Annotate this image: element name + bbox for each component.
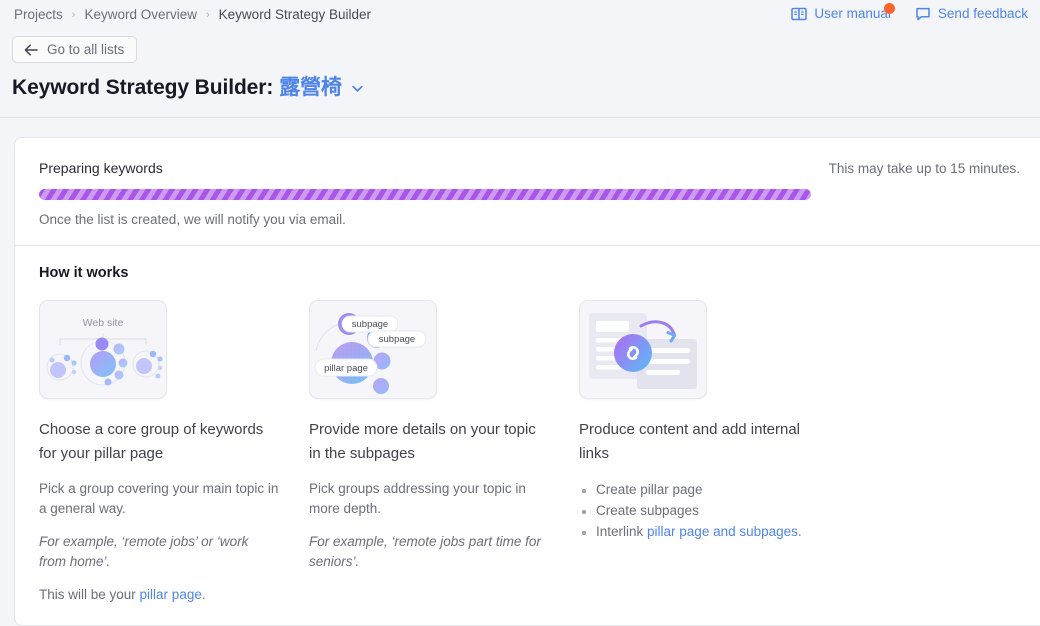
user-manual-label: User manual [814, 6, 891, 21]
column-2-paragraph-1: Pick groups addressing your topic in mor… [309, 481, 526, 516]
svg-text:Web site: Web site [83, 317, 124, 329]
column-1-paragraph-2: For example, ‘remote jobs’ or ‘work from… [39, 534, 249, 569]
speech-bubble-icon [915, 6, 931, 22]
column-3-bullet-list: Create pillar page Create subpages Inter… [579, 479, 836, 542]
send-feedback-label: Send feedback [937, 6, 1028, 21]
progress-bar-fill [39, 189, 811, 200]
how-it-works-columns: Web site Choose a core group of keywords… [39, 300, 1024, 605]
column-2-heading: Provide more details on your topic in th… [309, 421, 536, 462]
column-1-closing: This will be your pillar page. [39, 585, 279, 605]
progress-eta-label: This may take up to 15 minutes. [828, 161, 1020, 176]
subpages-cluster-illustration: subpage subpage pillar page [309, 300, 437, 399]
page-title-prefix: Keyword Strategy Builder: [12, 76, 274, 99]
column-2-paragraph-2: For example, ‘remote jobs part time for … [309, 534, 541, 569]
breadcrumb-separator-icon: › [206, 9, 210, 21]
list-item: Create pillar page [596, 479, 836, 500]
notification-badge-dot [883, 3, 895, 14]
how-it-works-column-1: Web site Choose a core group of keywords… [39, 300, 309, 605]
how-it-works-title: How it works [39, 265, 129, 281]
list-item: Interlink pillar page and subpages. [596, 521, 836, 542]
column-1-paragraph-1: Pick a group covering your main topic in… [39, 481, 279, 516]
breadcrumb-separator-icon: › [71, 9, 76, 21]
progress-note: Once the list is created, we will notify… [39, 212, 346, 227]
go-to-all-lists-label: Go to all lists [47, 42, 125, 57]
pillar-page-and-subpages-link[interactable]: pillar page and subpages. [647, 524, 802, 539]
main-card: Preparing keywords This may take up to 1… [14, 137, 1040, 626]
progress-header: Preparing keywords This may take up to 1… [39, 160, 1020, 176]
send-feedback-button[interactable]: Send feedback [915, 4, 1028, 24]
top-bar: Projects › Keyword Overview › Keyword St… [0, 0, 1040, 118]
progress-status-label: Preparing keywords [39, 160, 163, 176]
breadcrumb-item-keyword-overview[interactable]: Keyword Overview [84, 6, 197, 24]
breadcrumb-item-keyword-strategy-builder: Keyword Strategy Builder [218, 7, 371, 22]
page-title: Keyword Strategy Builder: 露營椅 [12, 74, 365, 102]
how-it-works-column-3: Produce content and add internal links C… [579, 300, 849, 605]
user-manual-button[interactable]: User manual [791, 3, 895, 24]
how-it-works-column-2: subpage subpage pillar page Provide more… [309, 300, 579, 605]
progress-section: Preparing keywords This may take up to 1… [15, 138, 1040, 246]
interlink-prefix: Interlink [596, 524, 648, 539]
svg-text:subpage: subpage [352, 319, 388, 330]
website-cluster-illustration: Web site [39, 300, 167, 399]
top-right-actions: User manual Send feedback [791, 3, 1028, 24]
how-it-works-section: How it works Web site Choose a core grou… [15, 246, 1040, 625]
progress-bar [39, 189, 811, 200]
svg-text:pillar page: pillar page [324, 363, 368, 374]
arrow-left-icon [24, 43, 38, 56]
page-title-keyword[interactable]: 露營椅 [279, 74, 342, 102]
list-item: Create subpages [596, 500, 836, 521]
column-3-heading: Produce content and add internal links [579, 421, 800, 462]
internal-links-illustration [579, 300, 707, 399]
svg-text:subpage: subpage [379, 334, 415, 345]
column-1-heading: Choose a core group of keywords for your… [39, 421, 264, 462]
chevron-down-icon[interactable] [350, 81, 365, 96]
book-icon [791, 6, 808, 22]
breadcrumb: Projects › Keyword Overview › Keyword St… [14, 6, 371, 24]
go-to-all-lists-button[interactable]: Go to all lists [12, 36, 138, 63]
breadcrumb-item-projects[interactable]: Projects [14, 6, 63, 24]
